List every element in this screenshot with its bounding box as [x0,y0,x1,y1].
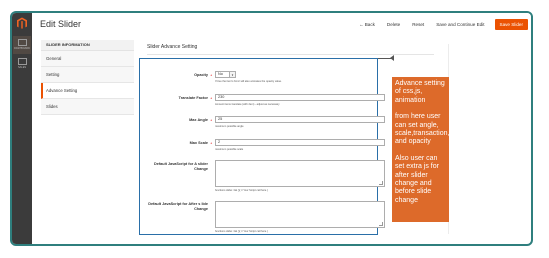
callout-text-animation: Advance setting of css,js, animation [395,80,445,104]
callout-arrow-icon [390,55,394,61]
section-title: Slider Advance Setting [147,44,198,50]
chevron-down-icon: ▾ [229,72,235,77]
max-scale-input[interactable]: 2 [215,139,385,146]
opacity-value: No [218,72,223,76]
required-marker: * [210,96,212,101]
resize-handle[interactable] [379,222,383,226]
max-angle-input[interactable]: 25 [215,116,385,123]
callout-text-settings: from here user can set angle, scale,tran… [395,113,467,146]
max-scale-note: maximum possible scale [215,148,244,151]
js-after-change-textarea[interactable] [215,201,385,228]
js-after-change-label: Default JavaScript for After s lide Chan… [148,202,208,211]
js-slider-change-textarea[interactable] [215,160,385,187]
max-scale-label: Max Scale [189,141,208,145]
required-marker: * [210,118,212,123]
slider-information-tabs: SLIDER INFORMATION General Setting Advan… [41,40,134,115]
annotation-callout: Advance setting of css,js, animation fro… [392,77,467,222]
tab-advance-setting[interactable]: Advance Setting [41,83,134,99]
save-slider-button[interactable]: Save Slider [494,19,528,30]
tab-general[interactable]: General [41,51,134,67]
rail-item-dashboard[interactable]: DASHBOARD [13,36,31,54]
required-marker: * [210,73,212,78]
save-and-continue-button[interactable]: Save and Continue Edit [434,19,486,30]
back-label: Back [364,22,375,27]
resize-handle[interactable] [379,181,383,185]
translate-factor-label: Translate Factor [178,96,208,100]
screenshot-frame: DASHBOARD SALES Edit Slider ←Back Delete… [10,11,533,246]
sales-icon [17,58,27,65]
page-actions: ←Back Delete Reset Save and Continue Edi… [357,19,528,30]
magento-logo-icon [17,17,27,29]
page-header: Edit Slider ←Back Delete Reset Save and … [32,13,531,39]
rail-item-sales[interactable]: SALES [13,55,31,73]
dashboard-icon [17,39,27,46]
max-angle-note: maximum possible angle [215,125,244,128]
js-slider-change-label: Default JavaScript for A slider Change [154,162,208,171]
callout-spacer [395,105,446,113]
required-marker: * [210,141,212,146]
tab-slides[interactable]: Slides [41,99,134,115]
arrow-left-icon: ← [359,22,364,27]
page-title: Edit Slider [40,19,82,29]
opacity-label: Opacity [194,73,208,77]
rail-item-label: SALES [17,66,27,69]
tab-setting[interactable]: Setting [41,67,134,83]
back-button[interactable]: ←Back [357,19,377,30]
max-angle-label: Max Angle [189,118,208,122]
callout-text-js: Also user can set extra js for after sli… [395,154,439,204]
advance-settings-highlight: Opacity * No ▾ If true the item's fronz … [139,58,385,235]
js-slider-change-note: functions slider. fak (){ // Your Script… [215,189,268,192]
opacity-note: If true the item's fronz will also anima… [215,80,282,83]
delete-button[interactable]: Delete [385,19,402,30]
translate-factor-input[interactable]: 230 [215,94,385,101]
rail-item-label: DASHBOARD [14,47,30,50]
js-after-change-note: functions slider. fak (){ // Your Script… [215,230,268,233]
admin-menu-rail: DASHBOARD SALES [12,13,32,244]
callout-spacer [395,147,446,155]
translate-factor-note: Amount items translate (with 2em) - adju… [215,103,280,106]
reset-button[interactable]: Reset [410,19,426,30]
opacity-select[interactable]: No ▾ [215,71,236,78]
sidebar-heading: SLIDER INFORMATION [41,40,134,51]
